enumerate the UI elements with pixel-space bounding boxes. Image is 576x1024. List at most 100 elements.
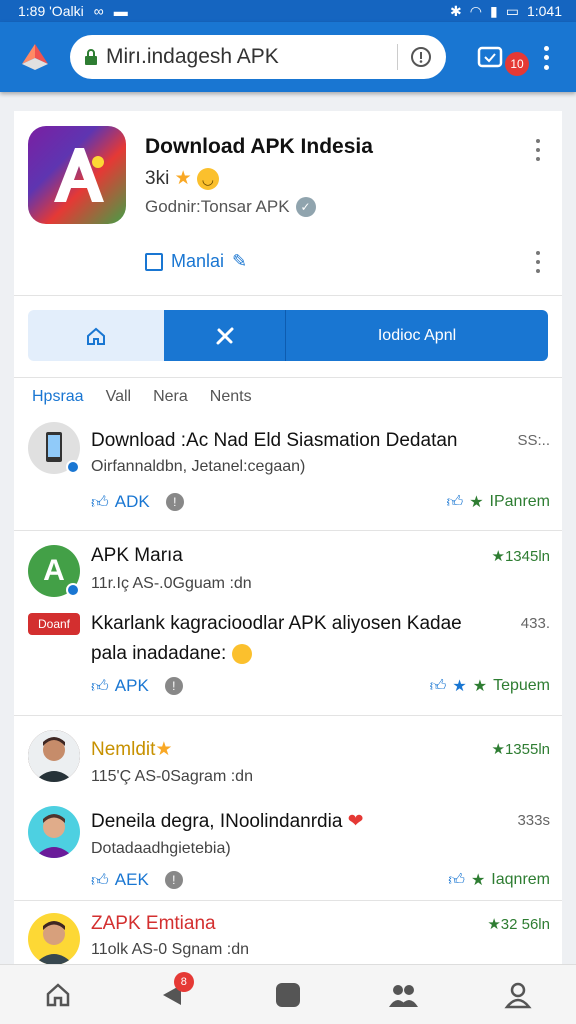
app-header: Download APK Indesia 3ki ★ ◡ Godnir:Tons… — [14, 111, 562, 296]
item-title: Nemldit★ — [91, 738, 172, 761]
star-icon: ★ — [174, 168, 192, 189]
filter-tab-4[interactable]: Nents — [210, 388, 252, 406]
verified-icon: ✓ — [295, 197, 316, 217]
item-title: Deneila degra, INoolindanrdia ❤ — [91, 810, 364, 833]
person-avatar-icon — [28, 806, 80, 858]
bottom-navigation: 8 — [0, 964, 576, 1024]
item-time: SS:.. — [517, 432, 550, 449]
segmented-control: Iodioc Apnl — [28, 310, 548, 361]
item-subtitle: Dotadaadhgietebia) — [91, 840, 231, 857]
like-button[interactable]: 👍︎ ADK ! — [91, 492, 184, 513]
filter-tabs: Hpsraa Vall Nera Nents — [32, 388, 252, 406]
checkbox-icon — [145, 252, 163, 271]
bluetooth-icon: ✱ — [450, 2, 462, 19]
avatar[interactable] — [28, 806, 80, 858]
nav-profile[interactable] — [493, 970, 543, 1020]
wifi-icon: ◠ — [469, 2, 482, 19]
thumbs-up-icon: 👍︎ — [91, 870, 109, 890]
feed-item[interactable]: Download :Ac Nad Eld Siasmation Dedatan … — [14, 416, 562, 531]
verified-badge — [66, 460, 80, 474]
app-letter-icon: A — [43, 554, 65, 587]
thumbs-up-icon: 👍︎ — [91, 676, 109, 696]
avatar[interactable] — [28, 730, 80, 782]
filter-tab-3[interactable]: Nera — [153, 388, 188, 406]
reactions[interactable]: 👍︎ ★ ★ Tepuem — [430, 676, 550, 696]
url-divider — [397, 44, 398, 70]
overflow-menu-button[interactable] — [536, 44, 556, 72]
status-dash-icon: ▬ — [113, 3, 128, 19]
thumbs-up-icon: 👍︎ — [91, 492, 109, 512]
segment-home[interactable] — [28, 310, 164, 361]
item-subtitle: 11r.Iç AS-.0Gguam :dn — [91, 575, 252, 592]
app-icon[interactable] — [28, 126, 126, 224]
avatar[interactable] — [28, 913, 80, 965]
thumbs-up-reaction-icon: 👍︎ — [448, 871, 465, 889]
post-text: Kkarlank kagracioodlar APK aliyosen Kada… — [91, 609, 491, 669]
star-blue-reaction-icon: ★ — [452, 678, 467, 695]
heart-icon: ❤ — [347, 811, 364, 832]
notification-badge: 8 — [173, 971, 194, 992]
item-subtitle: 115'Ç AS-0Sagram :dn — [91, 768, 253, 785]
app-logo-letter-icon — [54, 148, 104, 202]
info-icon[interactable]: ! — [165, 493, 184, 511]
home-icon — [46, 982, 69, 1006]
lock-icon — [85, 49, 97, 65]
browser-logo-icon — [22, 44, 48, 70]
item-time: 333s — [517, 812, 550, 829]
divider — [14, 377, 562, 378]
item-subtitle: Oirfannaldbn, Jetanel:cegaan) — [91, 458, 306, 475]
address-bar[interactable]: Mirı.indagesh APK — [70, 35, 446, 79]
url-text[interactable]: Mirı.indagesh APK — [106, 45, 385, 69]
action-row: 👍︎ ADK ! 👍︎ ★ IPanrem — [91, 490, 550, 514]
profile-icon — [504, 982, 532, 1008]
segment-main[interactable]: Iodioc Apnl — [286, 310, 548, 361]
feed-item[interactable]: A APK Marıa 11r.Iç AS-.0Gguam :dn ★1345l… — [14, 531, 562, 716]
item-subtitle: 11olk AS-0 Sgnam :dn — [91, 941, 250, 958]
item-time: ★32 56ln — [487, 916, 550, 933]
feed-item[interactable]: Nemldit★ 115'Ç AS-0Sagram :dn ★1355ln — [14, 716, 562, 796]
post-line-2: pala inadadane: — [91, 639, 491, 669]
info-icon[interactable]: ! — [164, 871, 183, 889]
tabs-icon[interactable] — [476, 42, 506, 72]
square-icon — [275, 982, 300, 1007]
like-button[interactable]: 👍︎ AEK ! — [91, 870, 183, 891]
feed-item[interactable]: Deneila degra, INoolindanrdia ❤ Dotadaad… — [14, 796, 562, 901]
news-chip[interactable]: Doanf — [28, 613, 80, 635]
reaction-label: Iaqnrem — [491, 871, 550, 888]
tools-icon — [216, 327, 233, 344]
item-title: Download :Ac Nad Eld Siasmation Dedatan — [91, 430, 458, 451]
app-rating: 3ki ★ ◡ — [145, 167, 219, 190]
manage-label: Manlai — [171, 251, 225, 271]
item-time: ★1345ln — [491, 548, 551, 565]
nav-people[interactable] — [378, 970, 428, 1020]
nav-notifications[interactable]: 8 — [148, 970, 198, 1020]
rating-text: 3ki — [145, 168, 170, 189]
item-title: ZAPK Emtiana — [91, 913, 216, 934]
like-button[interactable]: 👍︎ APK ! — [91, 676, 183, 697]
browser-logo-button[interactable] — [0, 22, 70, 92]
item-title-text: Nemldit — [91, 739, 156, 760]
nav-home[interactable] — [33, 970, 83, 1020]
filter-tab-2[interactable]: Vall — [106, 388, 132, 406]
like-label: APK — [114, 676, 149, 695]
page-info-icon[interactable] — [410, 46, 432, 68]
segment-tools[interactable] — [164, 310, 286, 361]
app-options-button[interactable] — [534, 139, 542, 161]
reactions[interactable]: 👍︎ ★ Iaqnrem — [448, 870, 550, 890]
reaction-label: Tepuem — [493, 677, 550, 694]
people-icon — [389, 984, 419, 1007]
browser-toolbar: Mirı.indagesh APK 10 — [0, 22, 576, 92]
action-row: 👍︎ AEK ! 👍︎ ★ Iaqnrem — [91, 868, 550, 892]
info-icon[interactable]: ! — [164, 677, 183, 695]
reactions[interactable]: 👍︎ ★ IPanrem — [446, 492, 550, 512]
nav-apps[interactable] — [263, 970, 313, 1020]
manage-options-button[interactable] — [534, 251, 542, 273]
reaction-label: IPanrem — [489, 493, 550, 510]
like-label: ADK — [114, 492, 150, 511]
app-developer[interactable]: Godnir:Tonsar APK ✓ — [145, 197, 316, 217]
clock: 1:041 — [526, 3, 562, 19]
item-time: ★1355ln — [491, 741, 551, 758]
edit-icon: ✎ — [232, 251, 248, 271]
manage-link[interactable]: Manlai ✎ — [145, 251, 247, 272]
filter-tab-1[interactable]: Hpsraa — [32, 388, 84, 406]
